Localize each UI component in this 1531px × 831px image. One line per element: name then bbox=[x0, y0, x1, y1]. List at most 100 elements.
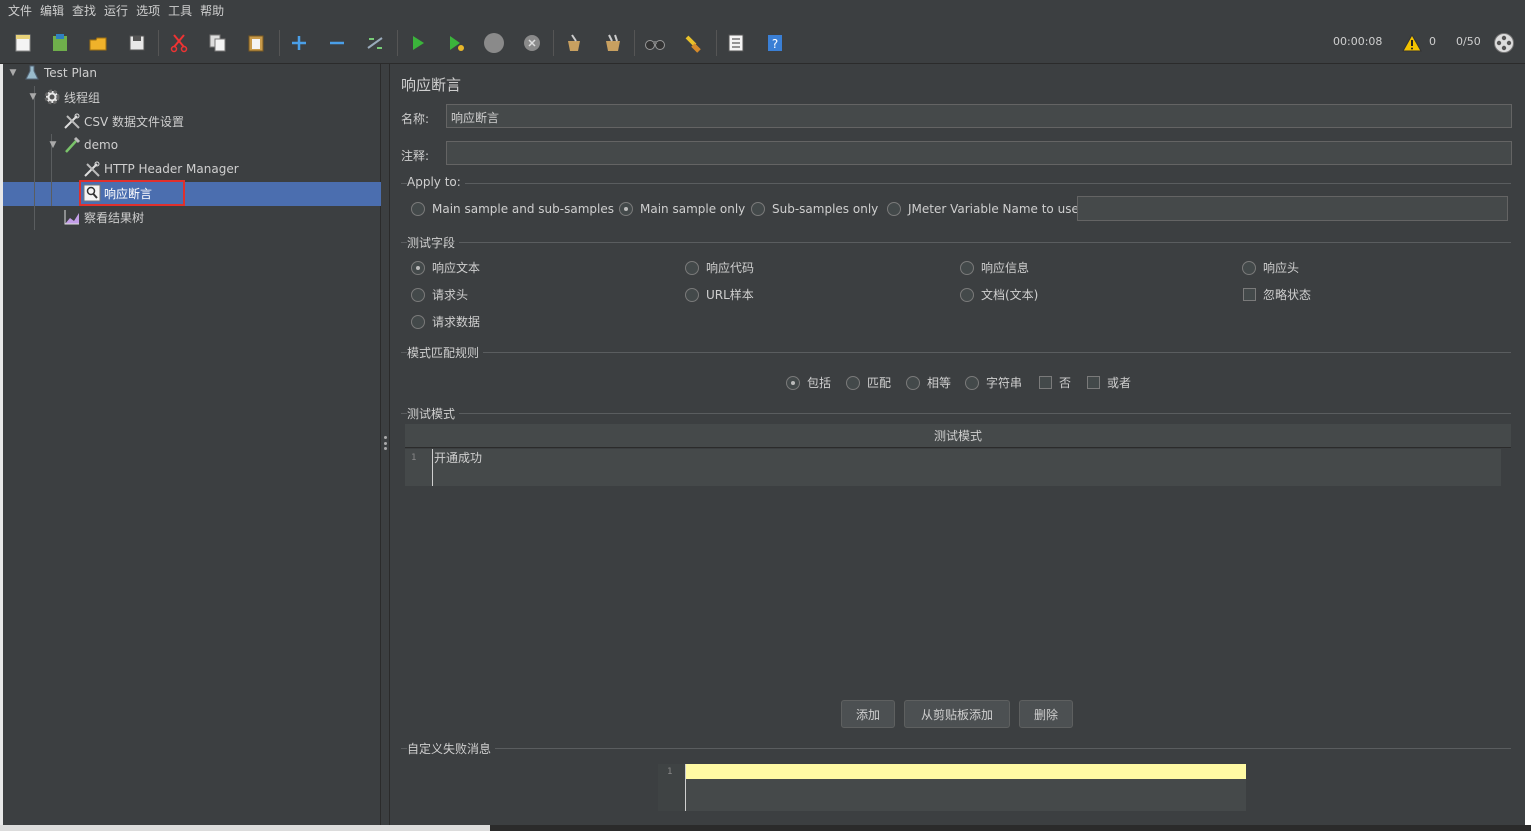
page-title: 响应断言 bbox=[401, 76, 462, 94]
collapse-arrow-icon[interactable]: ▼ bbox=[47, 139, 59, 151]
tree-node-csv-config[interactable]: CSV 数据文件设置 bbox=[63, 110, 184, 132]
radio-jmeter-variable[interactable]: JMeter Variable Name to use bbox=[887, 202, 1079, 216]
splitter-grip-icon[interactable] bbox=[384, 436, 387, 450]
radio-sub-only[interactable]: Sub-samples only bbox=[751, 202, 878, 216]
menu-edit[interactable]: 编辑 bbox=[36, 0, 68, 22]
save-icon[interactable] bbox=[124, 30, 150, 56]
tree-label: HTTP Header Manager bbox=[104, 162, 239, 176]
graph-icon bbox=[63, 208, 81, 226]
open-icon[interactable] bbox=[85, 30, 111, 56]
delete-button[interactable]: 删除 bbox=[1019, 700, 1073, 728]
table-row[interactable]: 1 开通成功 bbox=[405, 449, 1501, 486]
current-line-highlight bbox=[685, 764, 1246, 779]
help-icon[interactable]: ? bbox=[762, 30, 788, 56]
tree-label: Test Plan bbox=[44, 66, 97, 80]
radio-equals[interactable]: 相等 bbox=[906, 374, 951, 391]
reset-search-icon[interactable] bbox=[680, 30, 706, 56]
failure-message-editor[interactable]: 1 bbox=[658, 764, 1246, 811]
radio-request-data[interactable]: 请求数据 bbox=[411, 313, 480, 330]
menu-tools[interactable]: 工具 bbox=[164, 0, 196, 22]
svg-text:?: ? bbox=[772, 37, 778, 51]
pattern-text[interactable]: 开通成功 bbox=[434, 449, 482, 466]
clear-all-icon[interactable] bbox=[600, 30, 626, 56]
templates-icon[interactable] bbox=[47, 30, 73, 56]
checkbox-or[interactable]: 或者 bbox=[1087, 374, 1131, 391]
gear-icon bbox=[43, 88, 61, 106]
patterns-label: 测试模式 bbox=[407, 405, 460, 422]
paste-icon[interactable] bbox=[243, 30, 269, 56]
menu-run[interactable]: 运行 bbox=[100, 0, 132, 22]
radio-substring[interactable]: 字符串 bbox=[965, 374, 1022, 391]
tree-node-test-plan[interactable]: ▼ Test Plan bbox=[7, 62, 97, 84]
tools-icon bbox=[83, 160, 101, 178]
toggle-icon[interactable] bbox=[362, 30, 388, 56]
radio-contains[interactable]: 包括 bbox=[786, 374, 831, 391]
patterns-column-header: 测试模式 bbox=[405, 424, 1511, 448]
add-from-clipboard-button[interactable]: 从剪贴板添加 bbox=[904, 700, 1010, 728]
collapse-icon[interactable] bbox=[324, 30, 350, 56]
failure-message-group: 自定义失败消息 bbox=[401, 740, 1511, 757]
comment-field[interactable] bbox=[446, 141, 1512, 165]
window-edge bbox=[1525, 0, 1531, 831]
thread-count: 0/50 bbox=[1456, 35, 1481, 48]
radio-response-headers[interactable]: 响应头 bbox=[1242, 259, 1299, 276]
test-plan-tree: ▼ Test Plan ▼ 线程组 CSV 数据文件设置 ▼ demo HTTP… bbox=[3, 64, 381, 825]
start-icon[interactable] bbox=[405, 30, 431, 56]
pane-splitter[interactable] bbox=[381, 64, 390, 825]
shutdown-icon[interactable] bbox=[519, 30, 545, 56]
apply-to-label: Apply to: bbox=[407, 175, 465, 189]
radio-response-code[interactable]: 响应代码 bbox=[685, 259, 754, 276]
menu-options[interactable]: 选项 bbox=[132, 0, 164, 22]
test-field-group: 测试字段 bbox=[401, 234, 1511, 251]
cut-icon[interactable] bbox=[166, 30, 192, 56]
apply-to-group: Apply to: bbox=[401, 175, 1511, 189]
checkbox-not[interactable]: 否 bbox=[1039, 374, 1071, 391]
radio-request-headers[interactable]: 请求头 bbox=[411, 286, 468, 303]
patterns-group: 测试模式 bbox=[401, 405, 1511, 422]
checkbox-ignore-status[interactable]: 忽略状态 bbox=[1243, 286, 1311, 303]
radio-response-text[interactable]: 响应文本 bbox=[411, 259, 480, 276]
expand-icon[interactable] bbox=[286, 30, 312, 56]
line-number: 1 bbox=[667, 767, 673, 777]
tree-label: demo bbox=[84, 138, 119, 152]
line-number: 1 bbox=[411, 453, 417, 463]
menu-search[interactable]: 查找 bbox=[68, 0, 100, 22]
menu-help[interactable]: 帮助 bbox=[196, 0, 228, 22]
new-icon[interactable] bbox=[10, 30, 36, 56]
taskbar-strip bbox=[0, 825, 1531, 831]
tree-node-header-manager[interactable]: HTTP Header Manager bbox=[83, 158, 239, 180]
annotation-highlight-box bbox=[79, 180, 185, 206]
warning-icon[interactable] bbox=[1401, 30, 1423, 56]
menu-file[interactable]: 文件 bbox=[4, 0, 36, 22]
name-field[interactable]: 响应断言 bbox=[446, 104, 1512, 128]
radio-document-text[interactable]: 文档(文本) bbox=[960, 286, 1038, 303]
toolbar: ? 00:00:08 0 0/50 bbox=[0, 22, 1531, 64]
patterns-table: 测试模式 1 开通成功 bbox=[405, 424, 1511, 487]
radio-main-only[interactable]: Main sample only bbox=[619, 202, 745, 216]
radio-main-and-sub[interactable]: Main sample and sub-samples bbox=[411, 202, 614, 216]
radio-matches[interactable]: 匹配 bbox=[846, 374, 891, 391]
tree-node-thread-group[interactable]: ▼ 线程组 bbox=[27, 86, 100, 108]
name-label: 名称: bbox=[401, 112, 430, 126]
collapse-arrow-icon[interactable]: ▼ bbox=[27, 91, 39, 103]
assertion-config-panel: 响应断言 名称: 响应断言 注释: Apply to: Main sample … bbox=[391, 64, 1525, 825]
radio-url-sampled[interactable]: URL样本 bbox=[685, 286, 754, 303]
tree-selection-highlight bbox=[3, 182, 381, 206]
tree-label: 察看结果树 bbox=[84, 210, 145, 225]
elapsed-timer: 00:00:08 bbox=[1333, 35, 1383, 48]
function-helper-icon[interactable] bbox=[723, 30, 749, 56]
start-no-pause-icon[interactable] bbox=[443, 30, 469, 56]
pipette-icon bbox=[63, 136, 81, 154]
tree-node-results-tree[interactable]: 察看结果树 bbox=[63, 206, 144, 228]
stop-icon[interactable] bbox=[481, 30, 507, 56]
collapse-arrow-icon[interactable]: ▼ bbox=[7, 67, 19, 79]
menu-bar: 文件 编辑 查找 运行 选项 工具 帮助 bbox=[0, 0, 1531, 22]
clear-icon[interactable] bbox=[561, 30, 587, 56]
search-icon[interactable] bbox=[642, 30, 668, 56]
jmeter-variable-field[interactable] bbox=[1077, 196, 1508, 221]
tree-node-demo[interactable]: ▼ demo bbox=[47, 134, 118, 156]
add-button[interactable]: 添加 bbox=[841, 700, 895, 728]
copy-icon[interactable] bbox=[205, 30, 231, 56]
radio-response-message[interactable]: 响应信息 bbox=[960, 259, 1029, 276]
remote-status-icon bbox=[1492, 30, 1516, 56]
